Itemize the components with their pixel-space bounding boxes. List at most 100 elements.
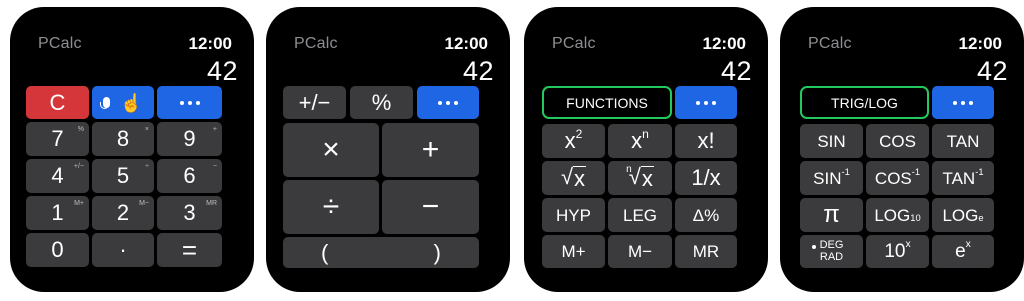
factorial-button[interactable]: x! [675,124,737,158]
key-1-secondary: M+ [74,200,84,207]
e-power-button[interactable]: ex [932,235,994,268]
arcsin-button[interactable]: SIN -1 [800,161,863,195]
voice-touch-button[interactable]: ☝ [92,86,154,119]
key-4[interactable]: 4 +/− [26,159,89,193]
e-power-base: e [955,241,966,262]
leg-label: LEG [622,205,658,225]
close-paren-label: ) [433,239,441,265]
key-9-secondary: + [212,126,217,133]
square-root-button[interactable]: √ x [542,161,605,195]
sign-label: +/− [298,89,331,115]
leg-button[interactable]: LEG [608,198,672,232]
open-paren-label: ( [321,239,329,265]
parentheses-button[interactable]: ( ) [283,237,479,268]
more-button[interactable] [157,86,222,119]
key-8[interactable]: 8 × [92,122,154,156]
key-decimal[interactable]: · [92,233,154,267]
memory-recall-button[interactable]: MR [675,235,737,268]
memory-subtract-label: M− [627,242,653,261]
delta-percent-button[interactable]: Δ% [675,198,737,232]
more-button[interactable] [675,86,737,119]
subtract-label: − [421,190,440,223]
key-6-label: 6 [183,163,196,188]
memory-add-label: M+ [561,242,586,261]
app-title: PCalc [38,35,82,52]
key-2[interactable]: 2 M− [92,196,154,230]
divide-button[interactable]: ÷ [283,180,379,234]
ln-base: e [978,213,984,224]
arctan-exponent: -1 [975,166,984,177]
key-5[interactable]: 5 ÷ [92,159,154,193]
display-value: 42 [720,56,752,86]
add-button[interactable]: + [382,123,479,177]
power-button[interactable]: xn [608,124,672,158]
trig-log-menu-button[interactable]: TRIG/LOG [800,86,929,119]
app-title: PCalc [808,35,852,52]
key-6[interactable]: 6− [157,159,222,193]
root-argument: x [573,165,587,191]
square-button[interactable]: x2 [542,124,605,158]
key-3-label: 3 [183,200,196,225]
divide-label: ÷ [322,190,340,223]
more-button[interactable] [417,86,479,119]
tan-button[interactable]: TAN [932,124,994,158]
key-9-label: 9 [183,126,196,151]
key-equals[interactable]: = [157,233,222,267]
key-7-label: 7 [51,126,64,151]
percent-label: % [371,89,392,115]
key-2-label: 2 [116,200,130,225]
key-4-label: 4 [51,163,64,188]
active-mode-indicator-icon [811,244,816,249]
ln-button[interactable]: LOG e [932,198,994,232]
clock: 12:00 [188,34,232,53]
memory-subtract-button[interactable]: M− [608,235,672,268]
multiply-button[interactable]: × [283,123,379,177]
ln-label: LOG [942,205,979,225]
arcsin-label: SIN [813,168,842,188]
arccos-exponent: -1 [911,166,921,177]
display-value: 42 [462,56,494,86]
log10-label: LOG [874,205,911,225]
key-9[interactable]: 9 + [157,122,222,156]
power-exponent: n [642,126,649,141]
tan-label: TAN [946,131,980,151]
deg-rad-toggle[interactable]: DEG RAD [800,235,863,268]
key-8-label: 8 [116,126,130,151]
multiply-label: × [322,133,340,166]
key-4-secondary: +/− [73,163,84,170]
reciprocal-button[interactable]: 1/x [675,161,737,195]
key-decimal-label: · [119,237,127,262]
watch-screen-keypad: PCalc 12:00 42 C ☝ 7% 8 × 9 + 4 +/− 5 ÷ 6− 1… [10,7,254,292]
arccos-button[interactable]: COS -1 [866,161,929,195]
cos-button[interactable]: COS [866,124,929,158]
nth-root-button[interactable]: n √ x [608,161,672,195]
deg-rad-labels: DEG RAD [811,239,843,263]
arctan-button[interactable]: TAN -1 [932,161,994,195]
key-7[interactable]: 7% [26,122,89,156]
percent-button[interactable]: % [350,86,413,119]
pi-button[interactable]: π [800,198,863,232]
root-sign: √ [560,163,574,189]
hand-pointer-icon: ☝ [120,92,143,113]
square-base: x [564,128,576,153]
hyp-button[interactable]: HYP [542,198,605,232]
clear-label: C [49,89,66,115]
log10-button[interactable]: LOG 10 [866,198,929,232]
key-6-secondary: − [212,163,217,170]
sin-button[interactable]: SIN [800,124,863,158]
ten-power-button[interactable]: 10 x [866,235,929,268]
key-1[interactable]: 1 M+ [26,196,89,230]
key-0[interactable]: 0 [26,233,89,267]
watch-screen-functions: PCalc 12:00 42 FUNCTIONS x2 xn x! √ x n √ x… [524,7,768,292]
more-button[interactable] [932,86,994,119]
ten-power-exponent: x [905,239,911,250]
functions-menu-button[interactable]: FUNCTIONS [542,86,672,119]
key-3[interactable]: 3 MR [157,196,222,230]
root-argument: x [640,165,654,191]
more-dots-icon [438,100,458,105]
hyp-label: HYP [556,205,591,225]
sign-button[interactable]: +/− [283,86,346,119]
memory-add-button[interactable]: M+ [542,235,605,268]
clear-button[interactable]: C [26,86,89,119]
subtract-button[interactable]: − [382,180,479,234]
